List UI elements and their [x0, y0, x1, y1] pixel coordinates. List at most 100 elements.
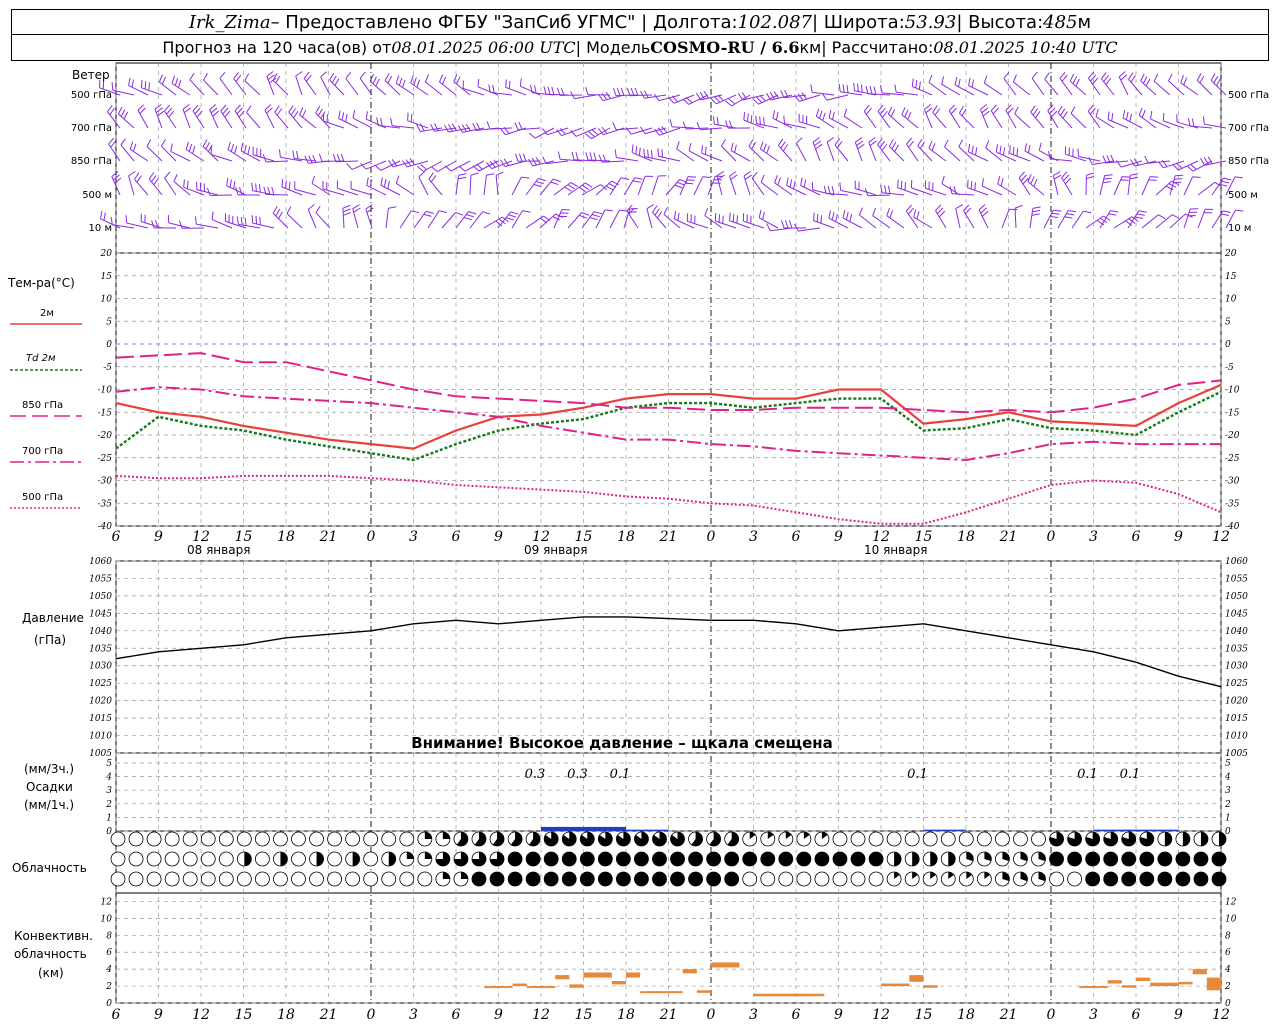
wind-barb-feather	[476, 163, 483, 170]
wind-barb-shaft	[385, 208, 389, 229]
x-tick-label: 6	[452, 1007, 461, 1023]
wind-barb-feather	[913, 209, 917, 218]
wind-barb-feather	[110, 140, 117, 148]
wind-barb-feather	[534, 85, 537, 94]
wind-barb-feather	[542, 156, 547, 164]
wind-barb-shaft	[1087, 111, 1101, 129]
conv-cloud-segment	[753, 993, 825, 997]
wind-barb-feather	[123, 111, 129, 120]
wind-barb-feather	[730, 174, 738, 180]
wind-barb-shaft	[455, 211, 469, 229]
wind-barb	[146, 139, 163, 162]
wind-barb-feather	[1103, 75, 1109, 82]
wind-barb	[571, 151, 597, 162]
pressure-tick-label: 1045	[89, 609, 112, 619]
wind-barb-feather	[372, 76, 377, 85]
wind-barb-feather	[148, 172, 155, 180]
wind-barb-feather	[676, 141, 680, 150]
wind-barb-feather	[815, 108, 820, 117]
wind-barb-feather	[1048, 150, 1051, 160]
wind-barb-shaft	[859, 214, 877, 229]
wind-barb	[1122, 110, 1143, 129]
wind-barb-feather	[266, 71, 274, 77]
wind-barb-feather	[938, 210, 946, 218]
pressure-tick-label-right: 1015	[1225, 714, 1248, 724]
pressure-tick-label: 1020	[89, 697, 112, 707]
wind-barb-feather	[407, 112, 409, 121]
wind-barb-feather	[183, 179, 185, 188]
wind-barb	[682, 94, 709, 105]
cloud-symbol	[363, 871, 379, 887]
pressure-tick-label-right: 1055	[1225, 574, 1248, 584]
wind-barb	[1210, 73, 1227, 96]
wind-barb-feather	[612, 122, 617, 130]
conv-cloud-segment	[1107, 980, 1122, 984]
x-tick-label: 18	[957, 1007, 975, 1023]
wind-barb-feather	[585, 182, 593, 188]
wind-barb-feather	[151, 220, 155, 229]
cloud-symbol-fill	[670, 852, 685, 866]
wind-barb-feather	[1009, 145, 1011, 154]
wind-barb-feather	[192, 145, 196, 154]
wind-barb-feather	[729, 212, 731, 221]
wind-barb-shaft	[951, 193, 975, 196]
cloud-symbol	[146, 831, 162, 847]
cloud-symbol-fill	[1212, 872, 1226, 886]
wind-barb	[369, 73, 387, 96]
wind-barb-feather	[125, 215, 128, 224]
wind-barb-feather	[967, 143, 971, 152]
cloud-symbol-fill	[851, 852, 866, 866]
x-tick-label: 21	[319, 529, 338, 545]
wind-barb-feather	[495, 171, 504, 176]
wind-barb-shaft	[609, 177, 622, 196]
wind-barb-feather	[564, 186, 572, 192]
x-tick-label: 3	[749, 529, 758, 545]
wind-barb-feather	[905, 204, 912, 212]
wind-barb	[985, 140, 1003, 162]
wind-barb-feather	[410, 75, 414, 84]
conv-tick-label: 8	[106, 931, 112, 941]
pressure-tick-label-right: 1010	[1225, 732, 1248, 742]
cloud-symbol-fill	[526, 872, 541, 886]
x-tick-label: 3	[409, 1007, 418, 1023]
wind-barb	[192, 104, 205, 129]
wind-barb	[743, 112, 765, 129]
wind-barb-shaft	[932, 111, 947, 129]
wind-barb	[322, 113, 345, 129]
wind-barb-feather	[1072, 76, 1077, 84]
wind-barb-feather	[934, 108, 941, 116]
wind-barb	[453, 74, 471, 96]
wind-barb-feather	[1129, 113, 1132, 122]
wind-barb	[923, 104, 933, 129]
temp-tick-label-right: -10	[1225, 386, 1240, 396]
wind-barb-shaft	[948, 110, 961, 129]
wind-barb-feather	[643, 148, 645, 157]
wind-barb-feather	[820, 215, 822, 224]
wind-barb-feather	[812, 137, 820, 143]
wind-barb-shaft	[917, 145, 933, 162]
wind-barb	[220, 104, 233, 129]
cloud-symbol-fill	[1049, 852, 1064, 866]
wind-barb	[854, 180, 877, 196]
wind-barb-feather	[1174, 178, 1183, 180]
wind-barb-feather	[461, 124, 467, 132]
x-tick-label: 3	[1089, 529, 1098, 545]
wind-barb	[595, 180, 620, 196]
wind-barb-feather	[1153, 73, 1159, 82]
cloud-symbol-fill	[724, 872, 739, 886]
wind-barb-feather	[1104, 174, 1113, 177]
wind-barb-feather	[244, 144, 247, 153]
wind-barb-shaft	[707, 176, 716, 196]
wind-barb-feather	[1129, 176, 1138, 180]
temp-tick-label-right: -5	[1225, 363, 1234, 373]
wind-barb-shaft	[134, 179, 149, 196]
wind-barb-shaft	[455, 175, 460, 196]
wind-barb-feather	[220, 104, 227, 112]
wind-barb-feather	[141, 79, 143, 88]
wind-barb	[924, 180, 947, 196]
wind-barb	[928, 140, 947, 162]
wind-barb	[979, 104, 990, 129]
wind-barb-shaft	[148, 178, 163, 196]
wind-barb-feather	[661, 126, 668, 133]
wind-barb-feather	[1087, 104, 1094, 112]
